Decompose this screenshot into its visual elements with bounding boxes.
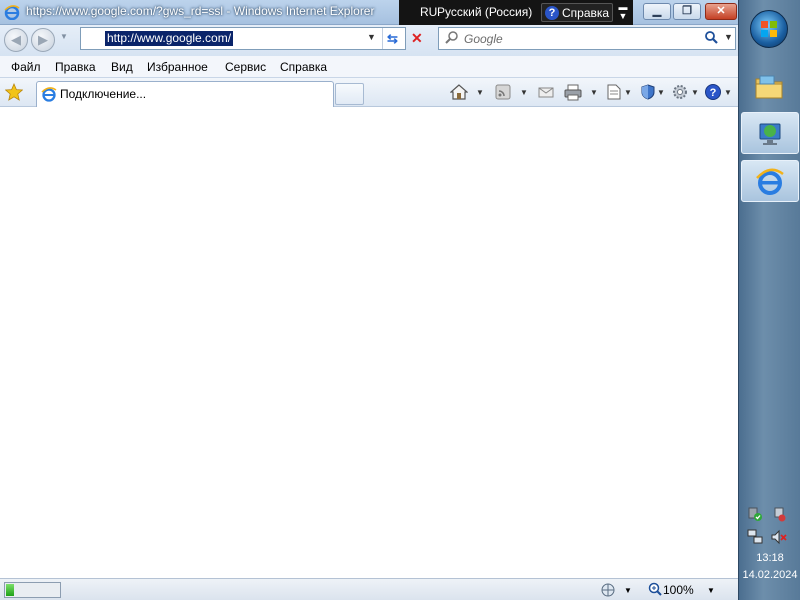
arrow-right-icon: ▶ bbox=[38, 32, 48, 47]
taskbar-explorer-button[interactable] bbox=[741, 66, 799, 108]
tools-gear-icon[interactable] bbox=[671, 83, 689, 101]
minimize-icon: ▁ bbox=[652, 5, 662, 17]
page-content[interactable] bbox=[0, 108, 738, 578]
language-help-label: Справка bbox=[562, 6, 610, 20]
arrow-left-icon: ◀ bbox=[11, 32, 21, 47]
read-mail-icon[interactable] bbox=[538, 83, 554, 101]
page-icon[interactable] bbox=[606, 83, 622, 101]
zoom-dropdown-icon[interactable]: ▼ bbox=[707, 586, 715, 595]
tools-dropdown-icon[interactable]: ▼ bbox=[691, 88, 699, 97]
zoom-level[interactable]: 100% bbox=[663, 583, 694, 597]
language-code[interactable]: RU bbox=[420, 5, 437, 19]
help-dropdown-icon[interactable]: ▼ bbox=[724, 88, 732, 97]
home-icon[interactable] bbox=[450, 83, 468, 101]
ie-logo-icon bbox=[4, 5, 20, 20]
zoom-magnifier-icon[interactable] bbox=[648, 582, 662, 596]
tab-label: Подключение... bbox=[60, 87, 147, 101]
folder-icon bbox=[755, 75, 783, 99]
clock-time[interactable]: 13:18 bbox=[739, 552, 800, 564]
start-button[interactable] bbox=[750, 10, 788, 48]
help-icon[interactable]: ? bbox=[704, 83, 722, 101]
recent-pages-dropdown-icon[interactable]: ▼ bbox=[60, 32, 68, 41]
search-options-dropdown-icon[interactable]: ▼ bbox=[724, 32, 733, 42]
title-bar[interactable]: https://www.google.com/?gws_rd=ssl - Win… bbox=[0, 0, 738, 25]
restore-icon: ❐ bbox=[682, 5, 692, 17]
menu-bar: Файл Правка Вид Избранное Сервис Справка bbox=[0, 56, 738, 78]
status-bar: ▼ 100% ▼ bbox=[0, 578, 738, 600]
close-button[interactable]: ✕ bbox=[705, 3, 737, 20]
taskbar: 13:18 14.02.2024 bbox=[738, 0, 800, 600]
print-dropdown-icon[interactable]: ▼ bbox=[590, 88, 598, 97]
address-bar[interactable]: http://www.google.com/ ▼ ⇆ bbox=[80, 27, 406, 50]
feeds-icon[interactable] bbox=[495, 83, 511, 101]
safety-shield-icon[interactable] bbox=[640, 83, 656, 101]
favorites-star-icon[interactable] bbox=[5, 83, 23, 101]
forward-button[interactable]: ▶ bbox=[31, 28, 55, 52]
print-icon[interactable] bbox=[564, 83, 582, 101]
language-name[interactable]: Русский (Россия) bbox=[437, 5, 532, 19]
language-bar[interactable]: RU Русский (Россия) ? Справка ▬ ▼ bbox=[399, 0, 633, 25]
navigation-bar: ◀ ▶ ▼ http://www.google.com/ ▼ ⇆ ✕ Googl… bbox=[0, 25, 738, 56]
usb-device-icon[interactable] bbox=[771, 506, 787, 522]
zone-dropdown-icon[interactable]: ▼ bbox=[624, 586, 632, 595]
menu-edit[interactable]: Правка bbox=[55, 60, 96, 74]
language-help-button[interactable]: ? Справка bbox=[541, 3, 613, 22]
restore-button[interactable]: ❐ bbox=[673, 3, 701, 20]
safety-dropdown-icon[interactable]: ▼ bbox=[657, 88, 665, 97]
tab-bar: Подключение... ▼ ▼ ▼ ▼ ▼ ▼ ? ▼ bbox=[0, 78, 738, 107]
refresh-icon[interactable]: ⇆ bbox=[387, 31, 398, 47]
minimize-button[interactable]: ▁ bbox=[643, 3, 671, 20]
clock-date[interactable]: 14.02.2024 bbox=[739, 569, 800, 581]
language-bar-options-icon[interactable]: ▬ ▼ bbox=[617, 3, 629, 22]
ie-logo-icon bbox=[756, 168, 784, 195]
menu-help[interactable]: Справка bbox=[280, 60, 327, 74]
home-dropdown-icon[interactable]: ▼ bbox=[476, 88, 484, 97]
address-input[interactable]: http://www.google.com/ bbox=[105, 31, 234, 46]
menu-tools[interactable]: Сервис bbox=[225, 60, 266, 74]
new-tab-button[interactable] bbox=[335, 83, 364, 105]
search-icon[interactable] bbox=[704, 30, 718, 44]
safely-remove-hardware-icon[interactable] bbox=[747, 506, 763, 522]
protected-mode-globe-icon[interactable] bbox=[601, 583, 617, 597]
loading-progress-bar bbox=[4, 582, 61, 598]
taskbar-network-button[interactable] bbox=[741, 112, 799, 154]
search-input[interactable]: Google bbox=[464, 32, 503, 46]
menu-view[interactable]: Вид bbox=[111, 60, 133, 74]
tab-active[interactable]: Подключение... bbox=[36, 81, 334, 107]
svg-text:?: ? bbox=[710, 87, 717, 99]
network-computer-icon bbox=[759, 123, 781, 145]
search-box[interactable]: Google ▼ bbox=[438, 27, 736, 50]
window-title: https://www.google.com/?gws_rd=ssl - Win… bbox=[26, 4, 375, 18]
page-dropdown-icon[interactable]: ▼ bbox=[624, 88, 632, 97]
address-separator bbox=[382, 28, 383, 49]
volume-muted-icon[interactable] bbox=[771, 529, 787, 545]
network-tray-icon[interactable] bbox=[747, 529, 763, 545]
help-icon: ? bbox=[545, 6, 559, 20]
taskbar-ie-button[interactable] bbox=[741, 160, 799, 202]
ie-page-icon bbox=[41, 87, 57, 102]
stop-icon[interactable]: ✕ bbox=[411, 30, 423, 47]
windows-logo-icon bbox=[761, 21, 777, 37]
menu-file[interactable]: Файл bbox=[11, 60, 41, 74]
feeds-dropdown-icon[interactable]: ▼ bbox=[520, 88, 528, 97]
close-icon: ✕ bbox=[716, 5, 726, 17]
back-button[interactable]: ◀ bbox=[4, 28, 28, 52]
address-dropdown-icon[interactable]: ▼ bbox=[367, 32, 376, 42]
progress-fill bbox=[6, 584, 15, 596]
menu-favorites[interactable]: Избранное bbox=[147, 60, 208, 74]
search-provider-icon bbox=[445, 31, 458, 44]
